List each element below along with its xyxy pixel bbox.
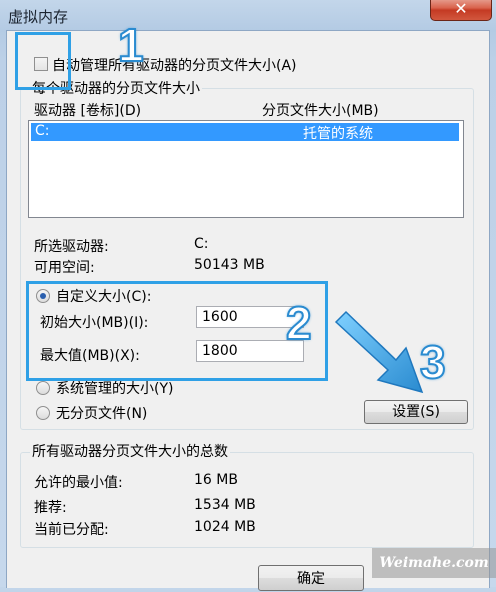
title-bar: 虚拟内存 ✕ bbox=[0, 0, 496, 30]
selected-drive-label: 所选驱动器: bbox=[34, 239, 109, 255]
min-allowed-label: 允许的最小值: bbox=[34, 475, 123, 491]
annotation-number-2: 2 bbox=[285, 296, 313, 350]
system-managed-label[interactable]: 系统管理的大小(Y) bbox=[56, 378, 173, 398]
annotation-number-3: 3 bbox=[419, 335, 447, 389]
annotation-number-1: 1 bbox=[117, 18, 145, 72]
free-space-value: 50143 MB bbox=[194, 257, 265, 273]
free-space-label: 可用空间: bbox=[34, 260, 95, 276]
no-paging-label[interactable]: 无分页文件(N) bbox=[56, 403, 147, 423]
list-item[interactable]: C: 托管的系统 bbox=[31, 123, 459, 142]
recommended-value: 1534 MB bbox=[194, 497, 256, 513]
ok-button[interactable]: 确定 bbox=[258, 565, 364, 591]
selected-drive-value: C: bbox=[194, 236, 209, 252]
current-allocated-label: 当前已分配: bbox=[34, 522, 109, 538]
drive-listbox[interactable]: C: 托管的系统 bbox=[28, 120, 464, 218]
window-title: 虚拟内存 bbox=[8, 8, 69, 26]
close-icon: ✕ bbox=[454, 0, 468, 18]
highlight-box-custom-size bbox=[26, 281, 328, 381]
highlight-box-checkbox bbox=[15, 32, 71, 90]
close-button[interactable]: ✕ bbox=[430, 0, 492, 21]
current-allocated-value: 1024 MB bbox=[194, 519, 256, 535]
list-item-drive: C: bbox=[35, 123, 50, 139]
set-button[interactable]: 设置(S) bbox=[364, 400, 468, 424]
no-paging-radio[interactable] bbox=[36, 406, 50, 420]
size-column-header[interactable]: 分页文件大小(MB) bbox=[262, 100, 379, 120]
auto-manage-label[interactable]: 自动管理所有驱动器的分页文件大小(A) bbox=[52, 55, 297, 75]
watermark: Weimahe.com bbox=[372, 548, 496, 578]
system-managed-radio[interactable] bbox=[36, 381, 50, 395]
list-item-size: 托管的系统 bbox=[303, 126, 373, 142]
drive-column-header[interactable]: 驱动器 [卷标](D) bbox=[34, 100, 141, 120]
min-allowed-value: 16 MB bbox=[194, 472, 238, 488]
recommended-label: 推荐: bbox=[34, 500, 67, 516]
total-group-title: 所有驱动器分页文件大小的总数 bbox=[30, 441, 230, 461]
